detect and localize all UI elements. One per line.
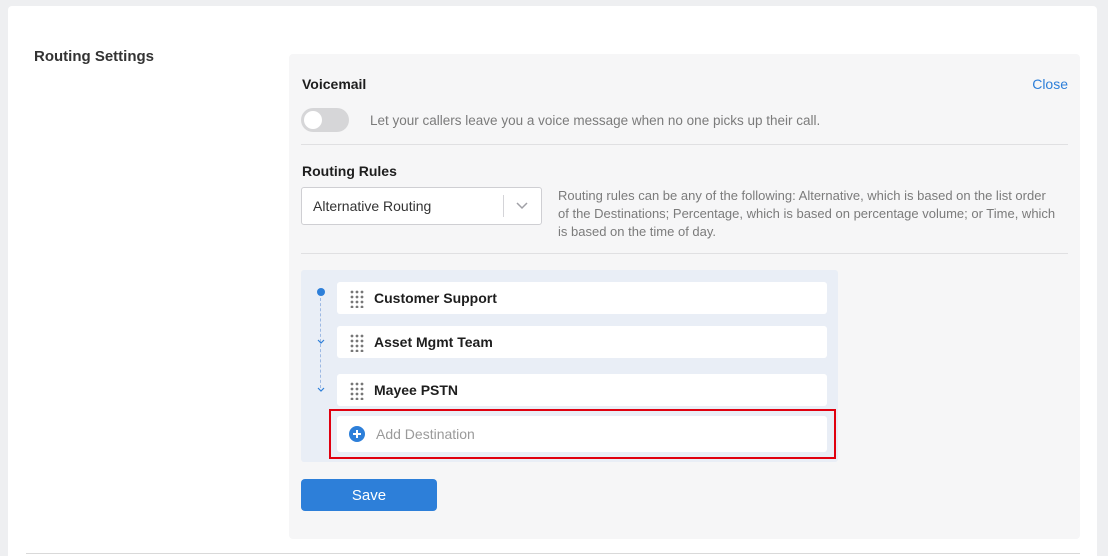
destination-label: Mayee PSTN xyxy=(374,382,459,398)
routing-rule-value: Alternative Routing xyxy=(313,198,432,214)
drag-handle-icon[interactable] xyxy=(350,290,364,308)
destination-item[interactable]: Asset Mgmt Team xyxy=(337,326,827,358)
voicemail-toggle[interactable] xyxy=(301,108,349,132)
divider xyxy=(301,253,1068,254)
add-destination-button[interactable]: Add Destination xyxy=(337,416,827,452)
destination-item[interactable]: Customer Support xyxy=(337,282,827,314)
destination-item[interactable]: Mayee PSTN xyxy=(337,374,827,406)
add-destination-label: Add Destination xyxy=(376,426,475,442)
chevron-down-icon xyxy=(317,387,325,392)
plus-circle-icon xyxy=(349,426,365,442)
routing-rules-description: Routing rules can be any of the followin… xyxy=(558,188,1056,239)
bottom-divider xyxy=(26,553,1080,554)
routing-rules-title: Routing Rules xyxy=(302,163,397,179)
save-button[interactable]: Save xyxy=(301,479,437,511)
routing-panel: Voicemail Close Let your callers leave y… xyxy=(289,54,1080,539)
drag-handle-icon[interactable] xyxy=(350,334,364,352)
toggle-knob xyxy=(304,111,322,129)
select-separator xyxy=(503,195,504,217)
voicemail-title: Voicemail xyxy=(302,76,367,92)
drag-handle-icon[interactable] xyxy=(350,382,364,400)
section-title: Routing Settings xyxy=(34,48,154,65)
destination-label: Customer Support xyxy=(374,290,497,306)
voicemail-description: Let your callers leave you a voice messa… xyxy=(370,113,821,128)
divider xyxy=(301,144,1068,145)
timeline-dot xyxy=(317,288,325,296)
destinations-list: Customer Support Asset Mgmt Team Mayee P… xyxy=(301,270,838,462)
chevron-down-icon[interactable] xyxy=(515,198,529,212)
close-link[interactable]: Close xyxy=(1032,76,1068,92)
routing-rule-select[interactable]: Alternative Routing xyxy=(301,187,542,225)
chevron-down-icon xyxy=(317,339,325,344)
destination-label: Asset Mgmt Team xyxy=(374,334,493,350)
